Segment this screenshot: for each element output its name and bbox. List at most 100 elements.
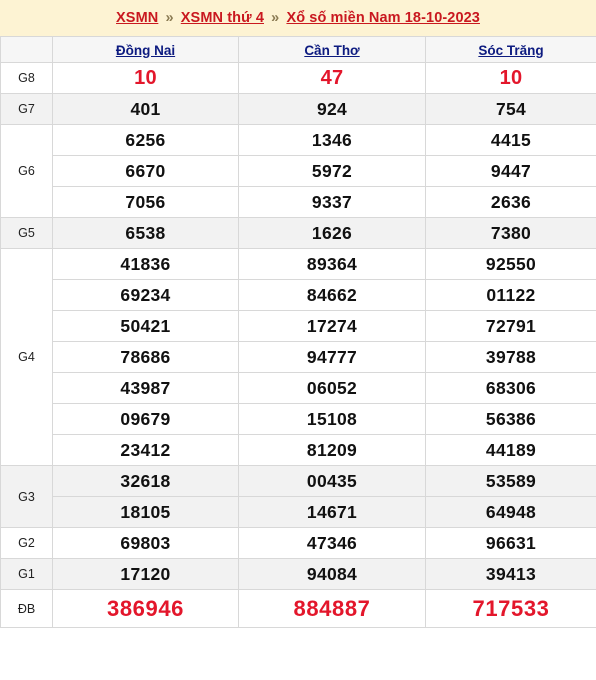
prize-number-cell: 50421 <box>52 310 239 342</box>
prize-number-cell: 69803 <box>52 527 239 559</box>
prize-label-g5: G5 <box>0 217 53 249</box>
prize-number-cell: 5972 <box>238 155 426 187</box>
table-row: G4 41836 89364 92550 <box>0 248 596 466</box>
lottery-results-table: Đồng Nai Cần Thơ Sóc Trăng G8 10 47 10 G7 401… <box>0 36 596 628</box>
table-row: 43987 06052 68306 <box>1 372 596 404</box>
prize-number-cell: 41836 <box>52 248 239 280</box>
prize-number-cell: 81209 <box>238 434 426 466</box>
table-row: 09679 15108 56386 <box>1 403 596 435</box>
prize-number-cell: 69234 <box>52 279 239 311</box>
prize-number-cell: 717533 <box>425 589 596 628</box>
corner-cell <box>0 36 53 63</box>
prize-number-cell: 64948 <box>425 496 596 528</box>
lottery-results-page: XSMN » XSMN thứ 4 » Xổ số miền Nam 18-10… <box>0 0 596 680</box>
prize-number-cell: 17120 <box>52 558 239 590</box>
prize-number-cell: 39413 <box>425 558 596 590</box>
province-link-1[interactable]: Đồng Nai <box>116 43 175 58</box>
prize-number-cell: 32618 <box>52 465 239 497</box>
prize-number-cell: 15108 <box>238 403 426 435</box>
table-row: 50421 17274 72791 <box>1 310 596 342</box>
table-body: G8 10 47 10 G7 401 924 754 G6 6256 1346 4415 6670 597… <box>0 62 596 628</box>
province-link-3[interactable]: Sóc Trăng <box>478 43 543 58</box>
prize-number-cell: 84662 <box>238 279 426 311</box>
table-row: G6 6256 1346 4415 <box>0 124 596 218</box>
prize-number-cell: 17274 <box>238 310 426 342</box>
prize-number-cell: 96631 <box>425 527 596 559</box>
prize-number-cell: 92550 <box>425 248 596 280</box>
prize-number-cell: 43987 <box>52 372 239 404</box>
prize-number-cell: 9337 <box>238 186 426 218</box>
prize-number-cell: 9447 <box>425 155 596 187</box>
prize-number-cell: 47 <box>238 62 426 94</box>
prize-number-cell: 47346 <box>238 527 426 559</box>
prize-number-cell: 401 <box>52 93 239 125</box>
prize-label-g4: G4 <box>0 248 53 466</box>
prize-number-cell: 14671 <box>238 496 426 528</box>
prize-number-cell: 94777 <box>238 341 426 373</box>
breadcrumb: XSMN » XSMN thứ 4 » Xổ số miền Nam 18-10… <box>0 0 596 36</box>
prize-number-cell: 6256 <box>52 124 239 156</box>
breadcrumb-inner: XSMN » XSMN thứ 4 » Xổ số miền Nam 18-10… <box>116 10 480 26</box>
table-row: G8 10 47 10 <box>0 62 596 94</box>
table-row: 18105 14671 64948 <box>1 496 596 528</box>
prize-label-g3: G3 <box>0 465 53 528</box>
prize-number-cell: 44189 <box>425 434 596 466</box>
prize-number-cell: 924 <box>238 93 426 125</box>
prize-number-cell: 89364 <box>238 248 426 280</box>
prize-number-cell: 754 <box>425 93 596 125</box>
prize-number-cell: 23412 <box>52 434 239 466</box>
table-row: 6670 5972 9447 <box>1 155 596 187</box>
prize-label-g1: G1 <box>0 558 53 590</box>
table-row: 23412 81209 44189 <box>1 434 596 466</box>
breadcrumb-separator-1: » <box>165 10 174 26</box>
prize-number-cell: 10 <box>425 62 596 94</box>
prize-label-g8: G8 <box>0 62 53 94</box>
prize-number-cell: 7380 <box>425 217 596 249</box>
table-row: G3 32618 00435 53589 <box>0 465 596 528</box>
table-row: 7056 9337 2636 <box>1 186 596 218</box>
table-row: 78686 94777 39788 <box>1 341 596 373</box>
province-header-2: Cần Thơ <box>238 36 426 63</box>
table-row: G7 401 924 754 <box>0 93 596 125</box>
prize-number-cell: 72791 <box>425 310 596 342</box>
breadcrumb-link-xsmn[interactable]: XSMN <box>116 10 158 26</box>
prize-number-cell: 53589 <box>425 465 596 497</box>
prize-label-g2: G2 <box>0 527 53 559</box>
prize-number-cell: 00435 <box>238 465 426 497</box>
prize-number-cell: 01122 <box>425 279 596 311</box>
table-row: ĐB 386946 884887 717533 <box>0 589 596 628</box>
table-row: G5 6538 1626 7380 <box>0 217 596 249</box>
province-header-1: Đồng Nai <box>52 36 239 63</box>
table-header: Đồng Nai Cần Thơ Sóc Trăng <box>0 36 596 63</box>
prize-number-cell: 2636 <box>425 186 596 218</box>
prize-number-cell: 94084 <box>238 558 426 590</box>
prize-number-cell: 386946 <box>52 589 239 628</box>
breadcrumb-link-current[interactable]: Xổ số miền Nam 18-10-2023 <box>286 10 480 26</box>
prize-number-cell: 884887 <box>238 589 426 628</box>
prize-number-cell: 6538 <box>52 217 239 249</box>
prize-number-cell: 6670 <box>52 155 239 187</box>
prize-number-cell: 56386 <box>425 403 596 435</box>
prize-number-cell: 68306 <box>425 372 596 404</box>
prize-number-cell: 4415 <box>425 124 596 156</box>
prize-number-cell: 10 <box>52 62 239 94</box>
table-row: 69234 84662 01122 <box>1 279 596 311</box>
prize-number-cell: 09679 <box>52 403 239 435</box>
table-row: G2 69803 47346 96631 <box>0 527 596 559</box>
prize-label-g6: G6 <box>0 124 53 218</box>
prize-label-g7: G7 <box>0 93 53 125</box>
province-link-2[interactable]: Cần Thơ <box>304 43 359 58</box>
prize-number-cell: 1626 <box>238 217 426 249</box>
prize-number-cell: 1346 <box>238 124 426 156</box>
prize-number-cell: 78686 <box>52 341 239 373</box>
province-header-row: Đồng Nai Cần Thơ Sóc Trăng <box>0 36 596 63</box>
province-header-3: Sóc Trăng <box>425 36 596 63</box>
prize-number-cell: 39788 <box>425 341 596 373</box>
prize-number-cell: 06052 <box>238 372 426 404</box>
prize-label-đb: ĐB <box>0 589 53 628</box>
breadcrumb-link-weekday[interactable]: XSMN thứ 4 <box>181 10 264 26</box>
prize-number-cell: 18105 <box>52 496 239 528</box>
table-row: G1 17120 94084 39413 <box>0 558 596 590</box>
prize-number-cell: 7056 <box>52 186 239 218</box>
breadcrumb-separator-2: » <box>271 10 280 26</box>
